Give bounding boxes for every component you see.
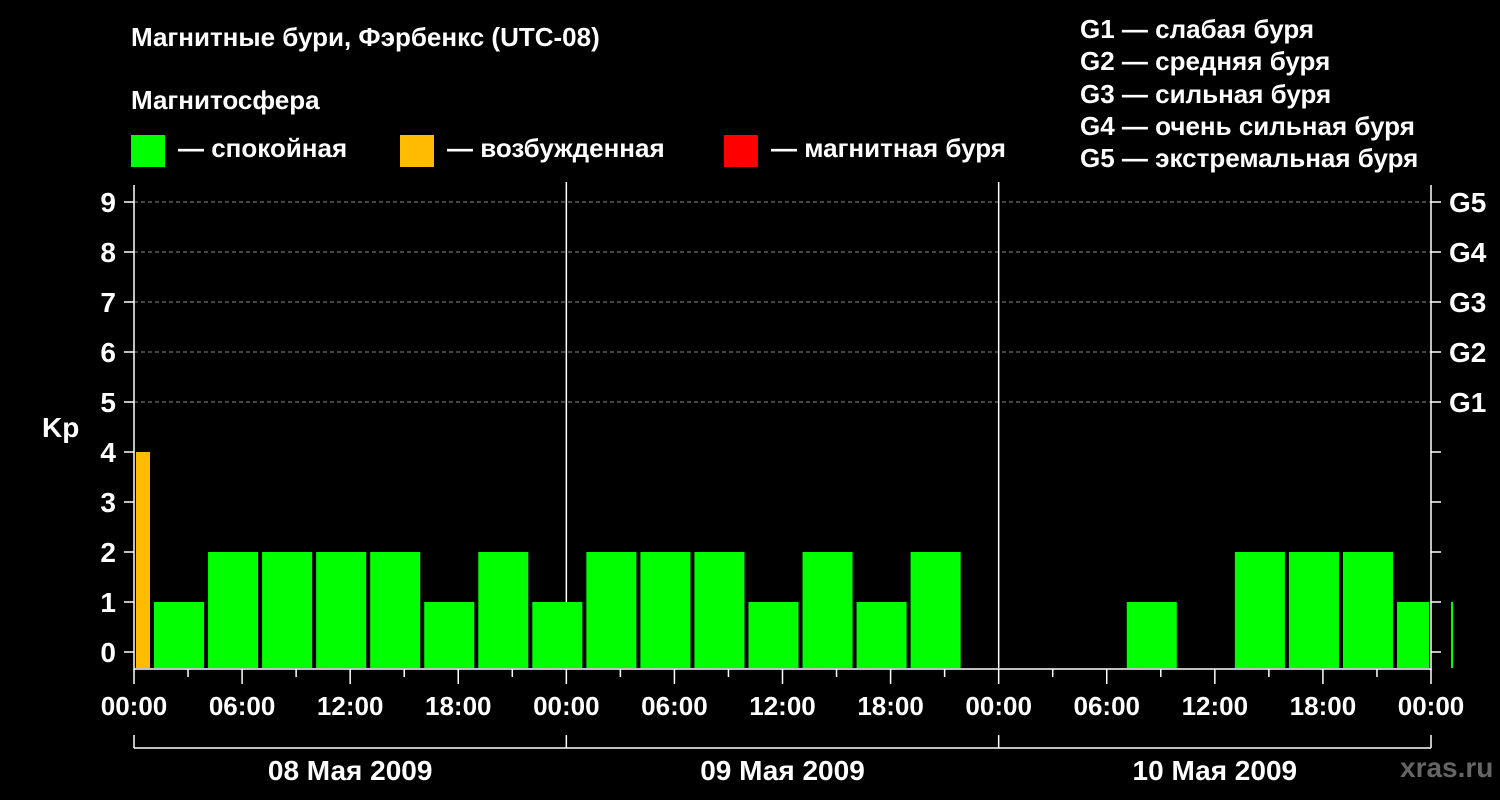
g-tick-label: G2 (1449, 337, 1486, 368)
x-tick-label: 18:00 (425, 691, 492, 721)
y-tick-label: 7 (100, 287, 116, 318)
kp-bar (1396, 602, 1429, 668)
kp-bar (640, 552, 691, 668)
kp-bar (694, 552, 745, 668)
kp-bar (532, 602, 583, 668)
g-tick-label: G3 (1449, 287, 1486, 318)
g-tick-label: G1 (1449, 387, 1486, 418)
kp-bar (1288, 552, 1339, 668)
kp-bar (370, 552, 421, 668)
kp-bar (802, 552, 853, 668)
y-tick-label: 8 (100, 237, 116, 268)
kp-chart: 0 1 2 3 4 5 6 7 8 9 G1 G2 G3 G4 G5 00:00 06:00 12:00 18:00… (100, 182, 1487, 786)
x-tick-label: 18:00 (1290, 691, 1357, 721)
g-tick-label: G5 (1449, 187, 1486, 218)
x-tick-label: 12:00 (1182, 691, 1249, 721)
kp-bar (316, 552, 367, 668)
kp-bar (748, 602, 799, 668)
g-tick-label: G4 (1449, 237, 1487, 268)
kp-bar (1126, 602, 1177, 668)
x-tick-label: 00:00 (965, 691, 1032, 721)
kp-bar (136, 452, 151, 668)
y-tick-label: 1 (100, 587, 116, 618)
kp-bar (1234, 552, 1285, 668)
kp-bar (910, 552, 961, 668)
y-tick-label: 9 (100, 187, 116, 218)
y-tick-label: 4 (100, 437, 116, 468)
x-tick-label: 00:00 (101, 691, 168, 721)
kp-bar (586, 552, 637, 668)
y-tick-label: 2 (100, 537, 116, 568)
y-tick-label: 6 (100, 337, 116, 368)
day-label: 10 Мая 2009 (1133, 755, 1298, 786)
day-label: 09 Мая 2009 (700, 755, 865, 786)
kp-bar (1451, 602, 1454, 668)
kp-bar (478, 552, 529, 668)
kp-bar (1342, 552, 1393, 668)
x-tick-label: 18:00 (857, 691, 924, 721)
x-tick-label: 00:00 (1398, 691, 1465, 721)
x-tick-label: 00:00 (533, 691, 600, 721)
x-tick-label: 12:00 (317, 691, 384, 721)
x-tick-label: 06:00 (209, 691, 276, 721)
kp-bar (424, 602, 475, 668)
x-tick-label: 06:00 (1074, 691, 1141, 721)
kp-bar (856, 602, 907, 668)
y-tick-label: 5 (100, 387, 116, 418)
y-tick-label: 0 (100, 637, 116, 668)
kp-bar (208, 552, 259, 668)
day-label: 08 Мая 2009 (268, 755, 433, 786)
kp-bar (154, 602, 205, 668)
x-tick-label: 12:00 (749, 691, 816, 721)
x-tick-label: 06:00 (641, 691, 708, 721)
y-tick-label: 3 (100, 487, 116, 518)
kp-bar (262, 552, 313, 668)
